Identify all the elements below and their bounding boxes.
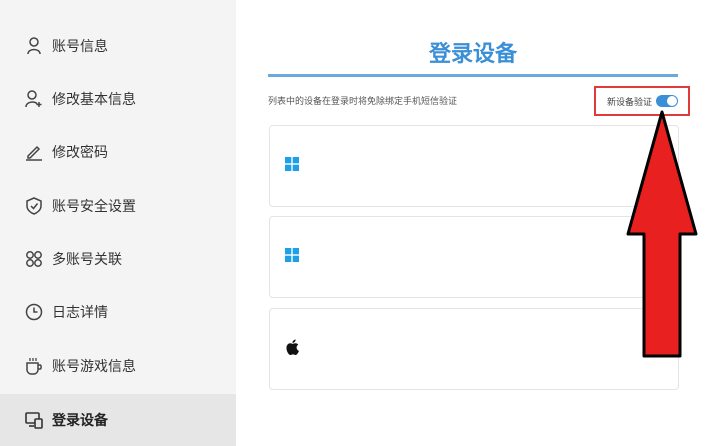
sidebar-item-multi-account-link[interactable]: 多账号关联: [0, 233, 236, 285]
new-device-verify-label: 新设备验证: [606, 97, 652, 108]
multi-account-icon: [24, 249, 44, 269]
user-icon: [24, 36, 44, 56]
device-card[interactable]: [269, 125, 679, 207]
sidebar-item-label: 账号游戏信息: [52, 359, 136, 375]
sidebar-item-edit-basic-info[interactable]: 修改基本信息: [0, 73, 236, 125]
apple-icon: [284, 339, 300, 355]
annotation-arrow-icon: [626, 110, 698, 358]
sidebar-item-account-info[interactable]: 账号信息: [0, 20, 236, 72]
sidebar-item-label: 修改基本信息: [52, 92, 136, 108]
sidebar-item-change-password[interactable]: 修改密码: [0, 126, 236, 178]
sidebar-item-label: 登录设备: [52, 413, 108, 429]
windows-icon: [284, 156, 300, 172]
windows-icon: [284, 247, 300, 263]
sidebar: 账号信息 修改基本信息 修改密码 账号安全设置 多账号关联 日志详情 账号游戏信…: [0, 0, 236, 446]
user-edit-icon: [24, 89, 44, 109]
devices-icon: [24, 410, 44, 430]
pencil-icon: [24, 142, 44, 162]
new-device-verify-toggle[interactable]: [656, 95, 678, 107]
sidebar-item-security-settings[interactable]: 账号安全设置: [0, 180, 236, 232]
shield-check-icon: [24, 196, 44, 216]
game-cup-icon: [24, 356, 44, 376]
sidebar-item-label: 修改密码: [52, 145, 108, 161]
sidebar-item-label: 多账号关联: [52, 252, 122, 268]
title-underline: [268, 74, 678, 77]
clock-icon: [24, 302, 44, 322]
sidebar-item-label: 账号安全设置: [52, 199, 136, 215]
device-hint-text: 列表中的设备在登录时将免除绑定手机短信验证: [268, 97, 458, 107]
device-card[interactable]: [269, 308, 679, 390]
sidebar-item-label: 日志详情: [52, 305, 108, 321]
page-title: 登录设备: [428, 42, 517, 67]
sidebar-item-game-info[interactable]: 账号游戏信息: [0, 340, 236, 392]
sidebar-item-label: 账号信息: [52, 39, 108, 55]
sidebar-item-log-details[interactable]: 日志详情: [0, 286, 236, 338]
device-card[interactable]: [269, 216, 679, 298]
sidebar-item-login-devices[interactable]: 登录设备: [0, 394, 236, 446]
